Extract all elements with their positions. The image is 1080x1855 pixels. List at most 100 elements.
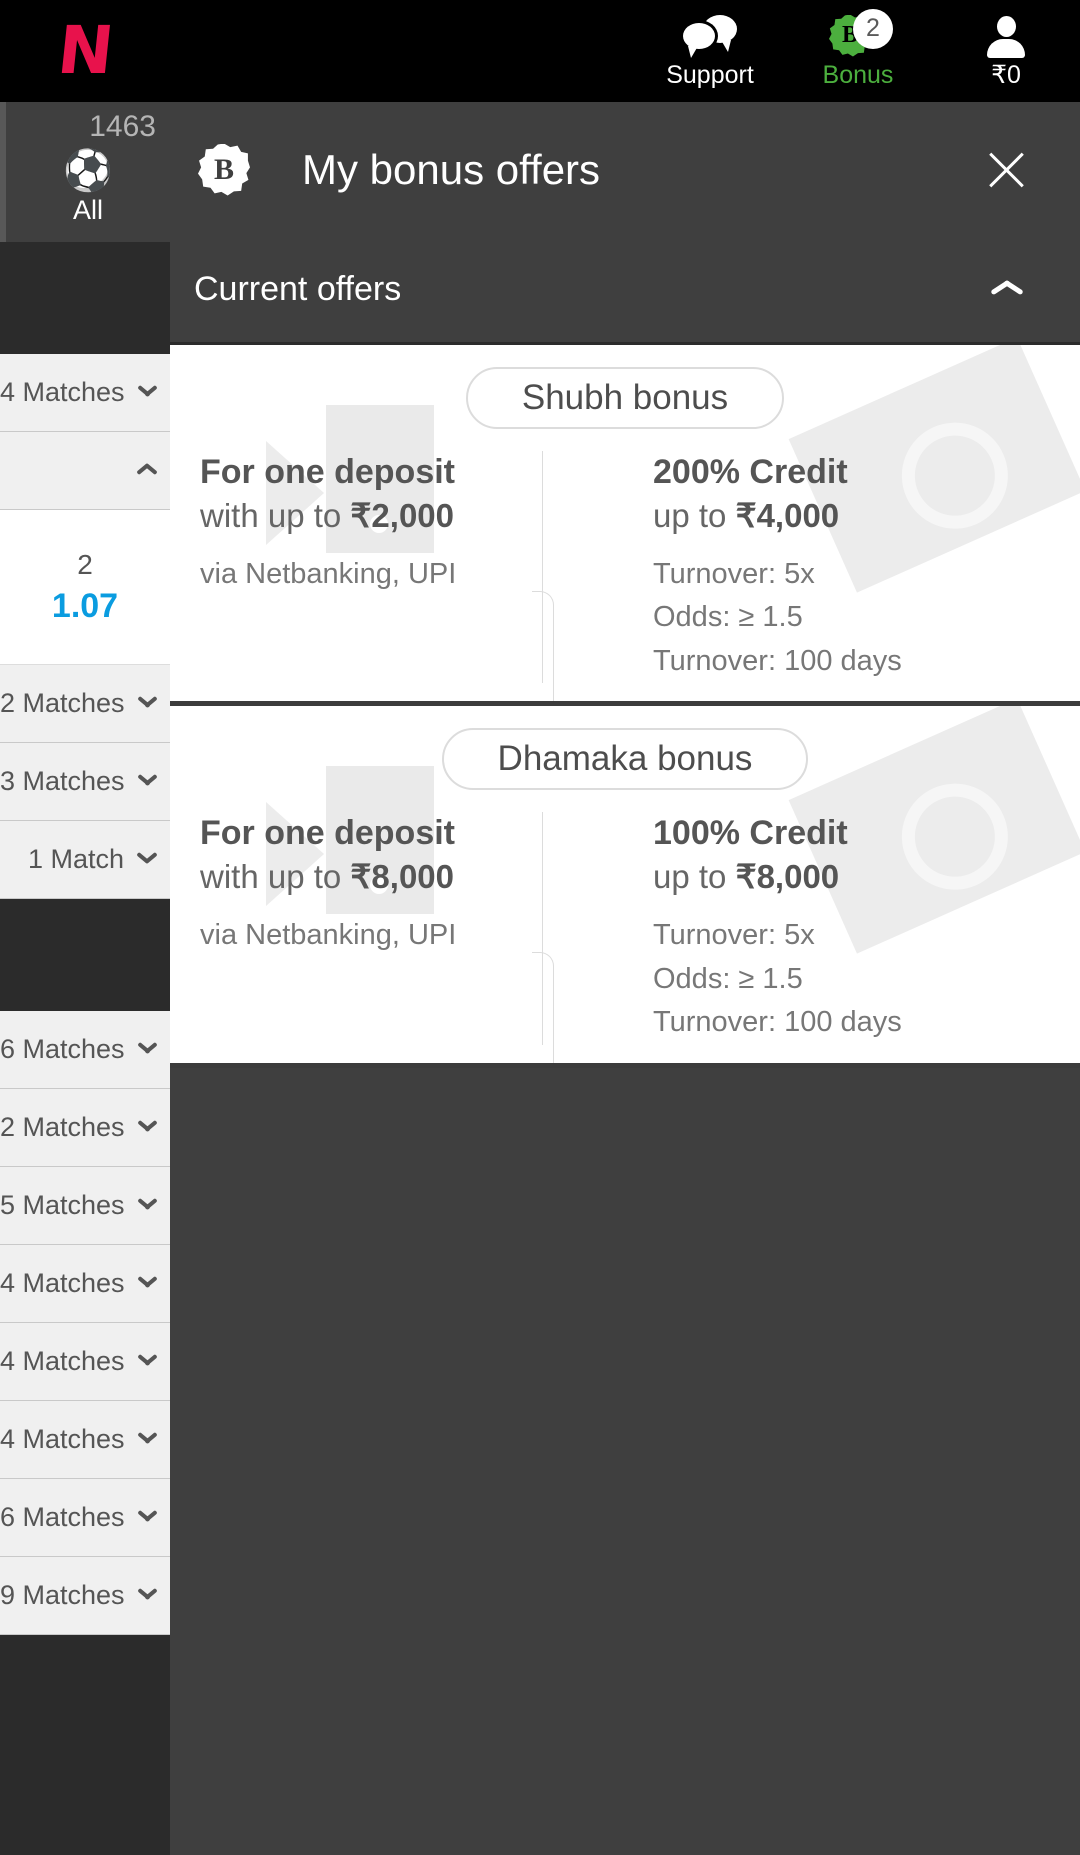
chevron-down-icon <box>137 1512 158 1524</box>
sidebar-gap-1 <box>0 242 170 354</box>
deposit-amount-line: with up to ₹2,000 <box>200 495 627 537</box>
deposit-amount: ₹8,000 <box>350 857 454 895</box>
top-header: N Support B 2 Bonus ₹0 <box>0 0 1080 102</box>
bonus-badge-icon: B 2 <box>823 8 893 59</box>
sidebar-accordion-row[interactable]: 6 Matches <box>0 1011 170 1089</box>
header-item-account[interactable]: ₹0 <box>932 0 1080 102</box>
deposit-amount: ₹2,000 <box>350 496 454 534</box>
deposit-prefix: with up to <box>200 496 351 534</box>
sidebar-accordion-row[interactable]: 2 Matches <box>0 1089 170 1167</box>
all-sports-count: 1463 <box>89 110 156 143</box>
credit-amount-line: up to ₹4,000 <box>653 495 1080 537</box>
accordion-label: 6 Matches <box>0 1034 125 1064</box>
modal-header: B My bonus offers <box>170 102 1080 237</box>
credit-terms: Turnover: 5x Odds: ≥ 1.5 Turnover: 100 d… <box>653 914 1080 1045</box>
modal-title: My bonus offers <box>302 145 601 193</box>
chevron-up-icon[interactable] <box>990 281 1024 299</box>
odds-value: 1.07 <box>51 586 119 625</box>
sidebar-accordion-row[interactable]: 6 Matches <box>0 1479 170 1557</box>
chat-icon <box>683 14 737 59</box>
sidebar-accordion-row[interactable]: 4 Matches <box>0 1323 170 1401</box>
close-icon[interactable] <box>978 143 1032 197</box>
bonus-offers-modal: B My bonus offers Current offers Shubh b… <box>170 102 1080 1855</box>
accordion-label: 4 Matches <box>0 1346 125 1376</box>
chevron-down-icon <box>137 1590 158 1602</box>
sidebar-accordion-row[interactable]: 3 Matches <box>0 743 170 821</box>
chevron-down-icon <box>137 1200 158 1212</box>
credit-prefix: up to <box>653 857 736 895</box>
chevron-down-icon <box>137 1434 158 1446</box>
accordion-label: 4 Matches <box>0 1268 125 1298</box>
header-item-bonus[interactable]: B 2 Bonus <box>784 0 932 102</box>
user-icon <box>984 15 1028 59</box>
credit-heading: 100% Credit <box>653 814 848 853</box>
sidebar-accordion-row-expanded[interactable] <box>0 432 170 510</box>
term-line: Odds: ≥ 1.5 <box>653 962 803 995</box>
sidebar: 1463 ⚽ All 4 Matches 2 1.07 2 Matches 3 … <box>0 102 170 1855</box>
offer-card[interactable]: Dhamaka bonus For one deposit with up to… <box>170 706 1080 1068</box>
chevron-down-icon <box>137 1278 158 1290</box>
accordion-label: 4 Matches <box>0 1424 125 1454</box>
chevron-down-icon <box>137 387 158 399</box>
chevron-down-icon <box>137 776 158 788</box>
support-label: Support <box>666 60 754 89</box>
term-line: Turnover: 100 days <box>653 1006 902 1038</box>
sidebar-accordion-row[interactable]: 4 Matches <box>0 1401 170 1479</box>
sidebar-accordion-row[interactable]: 4 Matches <box>0 354 170 432</box>
credit-prefix: up to <box>653 496 736 534</box>
accordion-label: 2 Matches <box>0 688 125 718</box>
accordion-label: 5 Matches <box>0 1190 125 1220</box>
sidebar-accordion-row[interactable]: 1 Match <box>0 821 170 899</box>
term-line: Turnover: 5x <box>653 557 815 590</box>
bonus-label: Bonus <box>822 60 894 89</box>
chevron-down-icon <box>137 1044 158 1056</box>
current-offers-section-header[interactable]: Current offers <box>170 237 1080 342</box>
credit-terms: Turnover: 5x Odds: ≥ 1.5 Turnover: 100 d… <box>653 553 1080 684</box>
accordion-label: 6 Matches <box>0 1502 125 1532</box>
offer-card[interactable]: Shubh bonus For one deposit with up to ₹… <box>170 345 1080 707</box>
term-line: Turnover: 5x <box>653 919 815 951</box>
header-item-support[interactable]: Support <box>636 0 784 102</box>
credit-amount: ₹8,000 <box>735 857 840 895</box>
bonus-count-badge: 2 <box>853 8 893 49</box>
chevron-down-icon <box>136 854 158 866</box>
sidebar-accordion-row[interactable]: 5 Matches <box>0 1167 170 1245</box>
deposit-methods: via Netbanking, UPI <box>200 557 457 590</box>
brand-logo[interactable]: N <box>0 0 170 102</box>
sidebar-accordion-row[interactable]: 2 Matches <box>0 665 170 743</box>
offer-deposit-column: For one deposit with up to ₹2,000 via Ne… <box>170 451 627 683</box>
app-screen: N Support B 2 Bonus ₹0 1463 ⚽ All 4 Matc… <box>0 0 1080 1855</box>
offer-name-pill: Dhamaka bonus <box>441 728 809 791</box>
chevron-down-icon <box>137 1122 158 1134</box>
credit-amount-line: up to ₹8,000 <box>653 856 1080 898</box>
section-title: Current offers <box>194 270 402 308</box>
sidebar-item-all-sports[interactable]: 1463 ⚽ All <box>0 102 170 242</box>
sidebar-accordion-row[interactable]: 9 Matches <box>0 1557 170 1635</box>
term-line: Turnover: 100 days <box>653 644 902 677</box>
chevron-up-icon <box>136 465 158 477</box>
accordion-label: 3 Matches <box>0 766 125 796</box>
accordion-label: 2 Matches <box>0 1112 125 1142</box>
accordion-label: 4 Matches <box>0 377 125 407</box>
term-line: Odds: ≥ 1.5 <box>653 601 803 634</box>
offers-list: Shubh bonus For one deposit with up to ₹… <box>170 342 1080 1068</box>
chevron-down-icon <box>137 1356 158 1368</box>
offer-deposit-column: For one deposit with up to ₹8,000 via Ne… <box>170 812 627 1044</box>
chevron-down-icon <box>137 698 158 710</box>
offer-credit-column: 100% Credit up to ₹8,000 Turnover: 5x Od… <box>627 812 1080 1044</box>
odds-cell[interactable]: 2 1.07 <box>0 510 170 665</box>
credit-amount: ₹4,000 <box>735 496 840 534</box>
deposit-methods: via Netbanking, UPI <box>200 919 457 951</box>
bonus-badge-icon: B <box>198 143 250 196</box>
account-balance: ₹0 <box>991 60 1021 89</box>
badge-letter: B <box>213 152 234 186</box>
sidebar-accordion-row[interactable]: 4 Matches <box>0 1245 170 1323</box>
deposit-heading: For one deposit <box>200 453 455 491</box>
accordion-label: 1 Match <box>27 844 124 874</box>
odds-selection-label: 2 <box>77 548 93 580</box>
accordion-label: 9 Matches <box>0 1580 125 1610</box>
offer-credit-column: 200% Credit up to ₹4,000 Turnover: 5x Od… <box>627 451 1080 683</box>
deposit-amount-line: with up to ₹8,000 <box>200 856 627 898</box>
all-sports-icon: ⚽ <box>63 148 113 193</box>
all-sports-label: All <box>72 194 103 225</box>
